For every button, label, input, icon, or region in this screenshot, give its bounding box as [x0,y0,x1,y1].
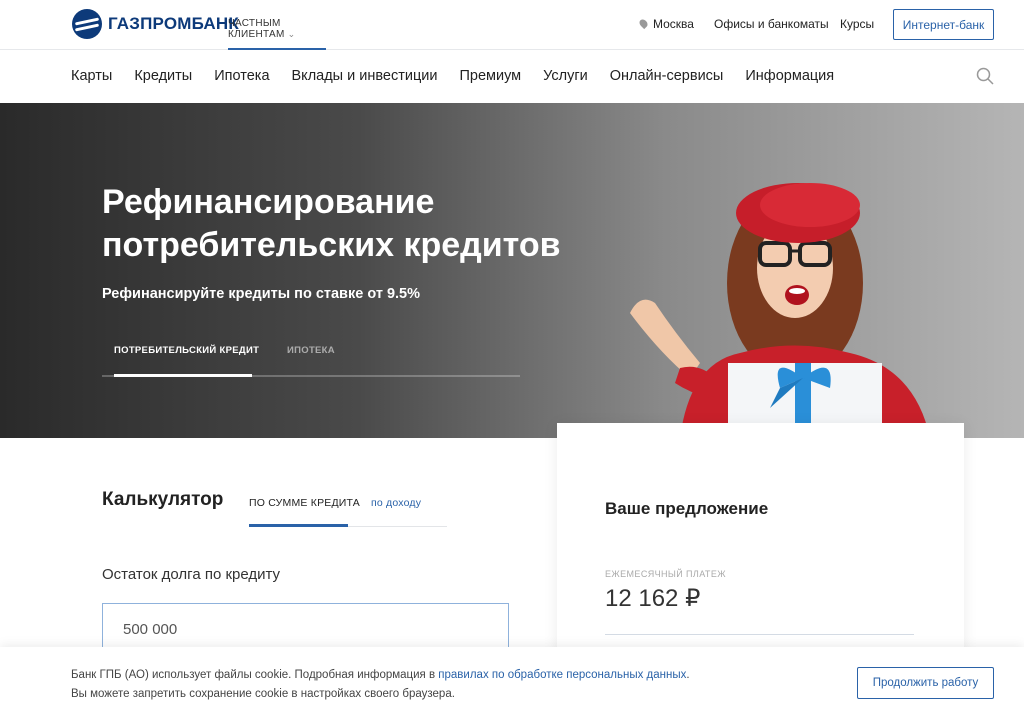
offer-divider [605,634,914,635]
segment-label: ЧАСТНЫМ КЛИЕНТАМ [228,18,285,40]
client-segment-selector[interactable]: ЧАСТНЫМ КЛИЕНТАМ ⌄ [228,0,326,50]
location-pin-icon [637,17,650,29]
nav-item-services[interactable]: Услуги [543,68,588,84]
tab-by-credit-amount[interactable]: ПО СУММЕ КРЕДИТА [249,497,360,509]
hero-tabs: ПОТРЕБИТЕЛЬСКИЙ КРЕДИТ ИПОТЕКА [102,343,520,377]
cookie-text-after: . [686,669,690,681]
chevron-down-icon: ⌄ [287,29,296,39]
offer-title: Ваше предложение [605,499,769,518]
nav-item-mortgage[interactable]: Ипотека [214,68,269,84]
logo-icon [72,9,102,39]
gazprombank-logo[interactable]: ГАЗПРОМБАНК [72,9,239,39]
nav-item-premium[interactable]: Премиум [459,68,521,84]
nav-item-information[interactable]: Информация [745,68,834,84]
offices-atms-link[interactable]: Офисы и банкоматы [714,17,829,31]
top-bar: ГАЗПРОМБАНК ЧАСТНЫМ КЛИЕНТАМ ⌄ Москва Офи… [0,0,1024,50]
city-label: Москва [653,17,694,31]
tab-by-income[interactable]: по доходу [371,497,421,509]
rates-link[interactable]: Курсы [840,17,874,31]
hero-title: Рефинансирование потребительских кредито… [102,181,622,267]
calculator-title: Калькулятор [102,489,224,510]
hero-title-line1: Рефинансирование [102,183,435,221]
offer-card: Ваше предложение ЕЖЕМЕСЯЧНЫЙ ПЛАТЕЖ 12 1… [557,423,964,663]
monthly-payment-value: 12 162 ₽ [605,585,701,612]
debt-balance-label: Остаток долга по кредиту [102,566,281,583]
hero-title-line2: потребительских кредитов [102,226,561,264]
hero-woman-illustration [630,183,930,438]
logo-text: ГАЗПРОМБАНК [108,14,239,33]
hero-subtitle: Рефинансируйте кредиты по ставке от 9.5% [102,286,420,302]
nav-item-cards[interactable]: Карты [71,68,112,84]
calculator-tabs: ПО СУММЕ КРЕДИТА по доходу [249,480,447,527]
cookie-text: Банк ГПБ (АО) использует файлы cookie. П… [71,666,831,704]
cookie-text-before: Банк ГПБ (АО) использует файлы cookie. П… [71,669,439,681]
internet-bank-button[interactable]: Интернет-банк [893,9,994,40]
tab-mortgage[interactable]: ИПОТЕКА [287,345,335,356]
continue-button[interactable]: Продолжить работу [857,667,994,699]
cookie-text-line2: Вы можете запретить сохранение cookie в … [71,688,455,700]
active-tab-indicator [114,374,252,377]
personal-data-rules-link[interactable]: правилах по обработке персональных данны… [438,669,686,681]
nav-item-online-services[interactable]: Онлайн-сервисы [610,68,724,84]
nav-item-deposits[interactable]: Вклады и инвестиции [292,68,438,84]
calculator-active-tab-indicator [249,524,348,527]
nav-items: Карты Кредиты Ипотека Вклады и инвестици… [71,68,856,84]
city-selector[interactable]: Москва [637,17,694,31]
nav-item-credits[interactable]: Кредиты [134,68,192,84]
monthly-payment-label: ЕЖЕМЕСЯЧНЫЙ ПЛАТЕЖ [605,569,726,579]
hero-banner: Рефинансирование потребительских кредито… [0,103,1024,438]
tab-consumer-credit[interactable]: ПОТРЕБИТЕЛЬСКИЙ КРЕДИТ [114,345,259,356]
cookie-banner: Банк ГПБ (АО) использует файлы cookie. П… [0,647,1024,717]
main-nav: Карты Кредиты Ипотека Вклады и инвестици… [0,50,1024,103]
search-icon[interactable] [976,67,994,85]
